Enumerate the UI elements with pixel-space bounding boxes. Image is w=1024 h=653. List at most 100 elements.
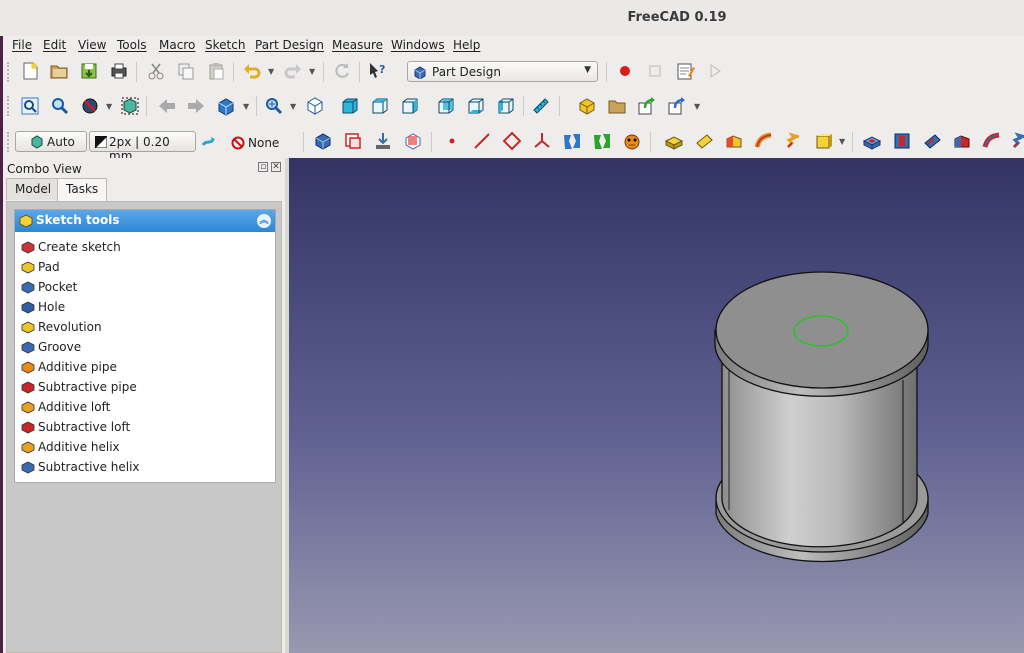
save-icon[interactable] xyxy=(78,60,100,82)
create-link-icon[interactable] xyxy=(666,95,688,117)
fit-selection-icon[interactable] xyxy=(49,95,71,117)
menu-measure[interactable]: Measure xyxy=(332,38,383,52)
view-left-icon[interactable] xyxy=(495,95,517,117)
draw-style-icon[interactable] xyxy=(79,95,101,117)
view-right-icon[interactable] xyxy=(399,95,421,117)
print-icon[interactable] xyxy=(108,60,130,82)
whats-this-icon[interactable]: ? xyxy=(366,60,388,82)
tool-item[interactable]: Pocket xyxy=(21,278,77,296)
menu-sketch[interactable]: Sketch xyxy=(205,38,245,52)
new-document-icon[interactable] xyxy=(19,60,41,82)
tool-item[interactable]: Additive helix xyxy=(21,438,120,456)
sub-object-shape-binder-icon[interactable] xyxy=(621,130,643,152)
macro-record-icon[interactable] xyxy=(614,60,636,82)
datum-line-icon[interactable] xyxy=(471,130,493,152)
tool-item[interactable]: Hole xyxy=(21,298,65,316)
view-bottom-icon[interactable] xyxy=(465,95,487,117)
3d-view[interactable] xyxy=(289,158,1024,653)
sketch-curve-icon[interactable] xyxy=(199,131,221,153)
toolbar-grip[interactable] xyxy=(7,132,11,152)
clone-icon[interactable] xyxy=(402,130,424,152)
tool-item[interactable]: Subtractive pipe xyxy=(21,378,137,396)
tool-item[interactable]: Additive loft xyxy=(21,398,110,416)
view-top-icon[interactable] xyxy=(369,95,391,117)
revolution-icon[interactable] xyxy=(693,130,715,152)
sketch-tools-header[interactable]: Sketch tools ︽ xyxy=(15,210,275,232)
menu-file[interactable]: File xyxy=(12,38,32,52)
toolbar-grip[interactable] xyxy=(7,62,11,82)
additive-loft-icon[interactable] xyxy=(723,130,745,152)
zoom-dropdown-icon[interactable]: ▼ xyxy=(290,102,296,111)
macro-edit-icon[interactable] xyxy=(674,60,696,82)
pocket-icon[interactable] xyxy=(861,130,883,152)
shape-binder-icon[interactable] xyxy=(561,130,583,152)
local-coordinate-system-icon[interactable] xyxy=(531,130,553,152)
menu-part-design[interactable]: Part Design xyxy=(255,38,324,52)
redo-icon[interactable] xyxy=(282,60,304,82)
subshape-binder-icon[interactable] xyxy=(591,130,613,152)
float-panel-icon[interactable]: ▫ xyxy=(258,162,269,172)
tab-model[interactable]: Model xyxy=(6,178,61,200)
zoom-icon[interactable] xyxy=(263,95,285,117)
subtractive-helix-icon[interactable] xyxy=(1009,130,1024,152)
create-body-blue-icon[interactable] xyxy=(312,130,334,152)
copy-icon[interactable] xyxy=(175,60,197,82)
refresh-icon[interactable] xyxy=(331,60,353,82)
toolbar-grip[interactable] xyxy=(7,96,11,116)
create-body-icon[interactable] xyxy=(576,95,598,117)
arrow-left-icon[interactable] xyxy=(156,95,178,117)
additive-helix-icon[interactable] xyxy=(783,130,805,152)
tool-item[interactable]: Additive pipe xyxy=(21,358,117,376)
std-views-icon[interactable] xyxy=(215,95,237,117)
fit-all-icon[interactable] xyxy=(19,95,41,117)
macro-stop-icon[interactable] xyxy=(644,60,666,82)
bounding-box-icon[interactable] xyxy=(119,95,141,117)
create-sketch-icon[interactable] xyxy=(342,130,364,152)
menu-macro[interactable]: Macro xyxy=(159,38,195,52)
create-part-icon[interactable] xyxy=(606,95,628,117)
3d-model-cylinder[interactable] xyxy=(289,158,1024,653)
datum-point-icon[interactable] xyxy=(441,130,463,152)
draw-style-dropdown-icon[interactable]: ▼ xyxy=(106,102,112,111)
additive-primitive-dropdown-icon[interactable]: ▼ xyxy=(839,137,845,146)
menu-help[interactable]: Help xyxy=(453,38,480,52)
draw-style-auto-button[interactable]: Auto xyxy=(15,131,87,152)
paste-icon[interactable] xyxy=(205,60,227,82)
line-width-button[interactable]: 2px | 0.20 mm xyxy=(89,131,196,163)
hole-icon[interactable] xyxy=(891,130,913,152)
std-views-dropdown-icon[interactable]: ▼ xyxy=(243,102,249,111)
menu-view[interactable]: View xyxy=(78,38,106,52)
datum-plane-icon[interactable] xyxy=(501,130,523,152)
undo-dropdown-icon[interactable]: ▼ xyxy=(268,67,274,76)
view-rear-icon[interactable] xyxy=(435,95,457,117)
workbench-selector[interactable]: Part Design ▼ xyxy=(407,61,598,82)
menu-edit[interactable]: Edit xyxy=(43,38,66,52)
tool-item[interactable]: Pad xyxy=(21,258,60,276)
create-group-icon[interactable] xyxy=(636,95,658,117)
subtractive-loft-icon[interactable] xyxy=(951,130,973,152)
collapse-icon[interactable]: ︽ xyxy=(257,214,271,228)
subtractive-pipe-icon[interactable] xyxy=(981,130,1003,152)
link-dropdown-icon[interactable]: ▼ xyxy=(694,102,700,111)
tool-item[interactable]: Subtractive loft xyxy=(21,418,130,436)
close-panel-icon[interactable]: ✕ xyxy=(271,162,281,172)
measure-distance-icon[interactable] xyxy=(530,95,552,117)
macro-run-icon[interactable] xyxy=(704,60,726,82)
view-isometric-icon[interactable] xyxy=(304,95,326,117)
tool-item[interactable]: Revolution xyxy=(21,318,102,336)
additive-primitive-icon[interactable] xyxy=(813,130,835,152)
none-selector[interactable]: None xyxy=(231,134,279,152)
undo-icon[interactable] xyxy=(241,60,263,82)
open-folder-icon[interactable] xyxy=(48,60,70,82)
tool-item[interactable]: Groove xyxy=(21,338,81,356)
menu-windows[interactable]: Windows xyxy=(391,38,445,52)
redo-dropdown-icon[interactable]: ▼ xyxy=(309,67,315,76)
tool-item[interactable]: Create sketch xyxy=(21,238,121,256)
additive-pipe-icon[interactable] xyxy=(753,130,775,152)
view-front-icon[interactable] xyxy=(339,95,361,117)
arrow-right-icon[interactable] xyxy=(185,95,207,117)
menu-tools[interactable]: Tools xyxy=(117,38,147,52)
cut-icon[interactable] xyxy=(145,60,167,82)
pad-icon[interactable] xyxy=(663,130,685,152)
tab-tasks[interactable]: Tasks xyxy=(57,178,108,201)
